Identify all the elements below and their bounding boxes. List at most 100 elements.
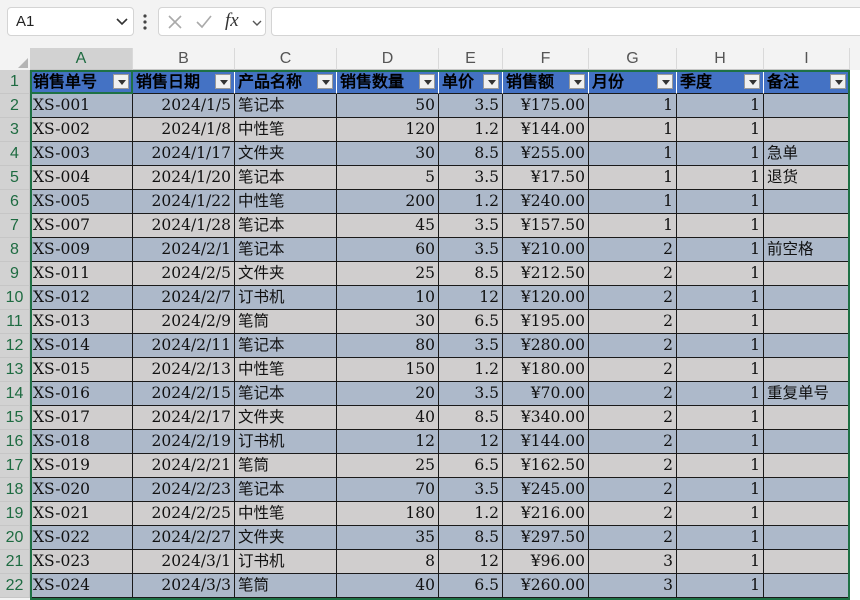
cell-g[interactable]: 2 (589, 286, 677, 310)
cell-a[interactable]: XS-002 (30, 118, 133, 142)
filter-dropdown-icon[interactable] (744, 74, 760, 89)
cell-h[interactable]: 1 (677, 94, 764, 118)
cell-a[interactable]: XS-020 (30, 478, 133, 502)
cell-i[interactable] (764, 286, 850, 310)
row-header-13[interactable]: 13 (0, 358, 30, 382)
cell-a[interactable]: XS-015 (30, 358, 133, 382)
cell-c[interactable]: 笔记本 (235, 478, 337, 502)
column-header-d[interactable]: D (337, 48, 439, 70)
cell-g[interactable]: 2 (589, 238, 677, 262)
cell-i[interactable] (764, 526, 850, 550)
cell-b[interactable]: 2024/1/17 (133, 142, 235, 166)
cell-c[interactable]: 中性笔 (235, 502, 337, 526)
cell-i[interactable] (764, 550, 850, 574)
cell-d[interactable]: 12 (337, 430, 439, 454)
cell-i[interactable] (764, 214, 850, 238)
cell-b[interactable]: 2024/2/23 (133, 478, 235, 502)
cell-i[interactable] (764, 94, 850, 118)
cell-i[interactable]: 退货 (764, 166, 850, 190)
cell-d[interactable]: 20 (337, 382, 439, 406)
cell-c[interactable]: 文件夹 (235, 406, 337, 430)
cell-h[interactable]: 1 (677, 502, 764, 526)
cell-h[interactable]: 1 (677, 574, 764, 598)
cell-i[interactable] (764, 118, 850, 142)
cell-c[interactable]: 笔记本 (235, 94, 337, 118)
cell-f[interactable]: ¥120.00 (503, 286, 589, 310)
cell-h[interactable]: 1 (677, 454, 764, 478)
cell-h[interactable]: 1 (677, 214, 764, 238)
cell-d[interactable]: 25 (337, 262, 439, 286)
row-header-10[interactable]: 10 (0, 286, 30, 310)
cell-f[interactable]: ¥144.00 (503, 430, 589, 454)
cell-h[interactable]: 1 (677, 550, 764, 574)
cell-f[interactable]: ¥245.00 (503, 478, 589, 502)
cell-g[interactable]: 3 (589, 574, 677, 598)
more-options-icon[interactable] (141, 12, 149, 32)
cell-b[interactable]: 2024/2/15 (133, 382, 235, 406)
cell-d[interactable]: 10 (337, 286, 439, 310)
cell-b[interactable]: 2024/1/22 (133, 190, 235, 214)
cell-i[interactable] (764, 334, 850, 358)
cell-b[interactable]: 2024/1/8 (133, 118, 235, 142)
cell-e[interactable]: 3.5 (439, 94, 503, 118)
cell-h[interactable]: 1 (677, 406, 764, 430)
cell-i[interactable] (764, 262, 850, 286)
cell-h[interactable]: 1 (677, 286, 764, 310)
cell-a[interactable]: XS-001 (30, 94, 133, 118)
cell-f[interactable]: ¥195.00 (503, 310, 589, 334)
cell-f[interactable]: ¥297.50 (503, 526, 589, 550)
confirm-icon[interactable] (195, 14, 213, 30)
cell-b[interactable]: 2024/2/1 (133, 238, 235, 262)
cell-g[interactable]: 3 (589, 550, 677, 574)
cell-b[interactable]: 2024/2/17 (133, 406, 235, 430)
column-header-i[interactable]: I (764, 48, 850, 70)
cell-b[interactable]: 2024/2/13 (133, 358, 235, 382)
cell-f[interactable]: ¥162.50 (503, 454, 589, 478)
cell-d[interactable]: 80 (337, 334, 439, 358)
cell-a[interactable]: XS-023 (30, 550, 133, 574)
chevron-down-icon[interactable] (115, 14, 129, 28)
cell-c[interactable]: 笔筒 (235, 454, 337, 478)
cell-d[interactable]: 180 (337, 502, 439, 526)
cell-a[interactable]: XS-014 (30, 334, 133, 358)
filter-dropdown-icon[interactable] (569, 74, 585, 89)
cell-c[interactable]: 笔记本 (235, 382, 337, 406)
cell-h[interactable]: 1 (677, 190, 764, 214)
cell-e[interactable]: 8.5 (439, 406, 503, 430)
cell-a[interactable]: XS-005 (30, 190, 133, 214)
select-all-corner[interactable] (0, 48, 30, 70)
row-header-4[interactable]: 4 (0, 142, 30, 166)
cell-c[interactable]: 文件夹 (235, 262, 337, 286)
header-cell[interactable]: 月份 (589, 70, 677, 94)
cell-f[interactable]: ¥175.00 (503, 94, 589, 118)
cell-d[interactable]: 25 (337, 454, 439, 478)
cell-g[interactable]: 2 (589, 334, 677, 358)
cell-b[interactable]: 2024/2/11 (133, 334, 235, 358)
cell-b[interactable]: 2024/2/25 (133, 502, 235, 526)
cell-c[interactable]: 订书机 (235, 430, 337, 454)
cell-f[interactable]: ¥157.50 (503, 214, 589, 238)
cell-e[interactable]: 3.5 (439, 334, 503, 358)
cell-e[interactable]: 12 (439, 550, 503, 574)
cell-d[interactable]: 30 (337, 142, 439, 166)
row-header-17[interactable]: 17 (0, 454, 30, 478)
header-cell[interactable]: 销售数量 (337, 70, 439, 94)
cell-g[interactable]: 1 (589, 214, 677, 238)
cell-h[interactable]: 1 (677, 334, 764, 358)
cell-h[interactable]: 1 (677, 526, 764, 550)
row-header-7[interactable]: 7 (0, 214, 30, 238)
cell-d[interactable]: 200 (337, 190, 439, 214)
cell-a[interactable]: XS-003 (30, 142, 133, 166)
cell-e[interactable]: 3.5 (439, 166, 503, 190)
cell-f[interactable]: ¥144.00 (503, 118, 589, 142)
filter-dropdown-icon[interactable] (215, 74, 231, 89)
row-header-14[interactable]: 14 (0, 382, 30, 406)
filter-dropdown-icon[interactable] (317, 74, 333, 89)
cell-a[interactable]: XS-019 (30, 454, 133, 478)
cell-e[interactable]: 1.2 (439, 502, 503, 526)
cell-a[interactable]: XS-012 (30, 286, 133, 310)
cell-d[interactable]: 30 (337, 310, 439, 334)
filter-dropdown-icon[interactable] (419, 74, 435, 89)
header-cell[interactable]: 季度 (677, 70, 764, 94)
cell-g[interactable]: 1 (589, 142, 677, 166)
